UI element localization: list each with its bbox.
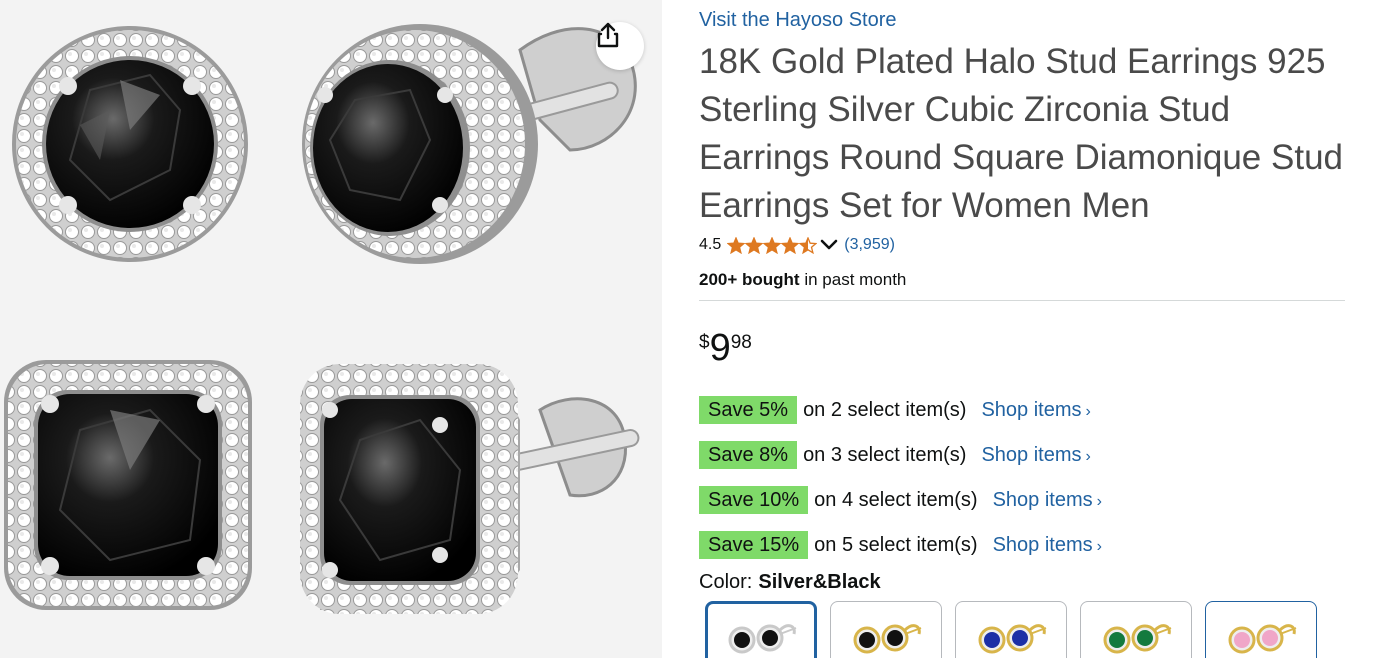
star-icon	[745, 236, 764, 254]
chevron-right-icon: ›	[1096, 537, 1102, 555]
chevron-right-icon: ›	[1096, 492, 1102, 510]
star-rating[interactable]	[727, 236, 818, 254]
divider	[699, 300, 1345, 301]
square-earring-front	[4, 360, 252, 610]
color-swatches	[705, 601, 1330, 658]
earrings-product-image	[4, 24, 640, 614]
star-icon	[763, 236, 782, 254]
color-value: Silver&Black	[758, 571, 881, 593]
price-symbol: $	[699, 332, 710, 353]
promotion-badge: Save 8%	[699, 441, 798, 469]
promotion-badge: Save 15%	[699, 531, 809, 559]
chevron-down-icon[interactable]	[820, 239, 838, 251]
earring-thumbnail	[853, 624, 922, 654]
promotion-row: Save 8% on 3 select item(s) Shop items ›	[699, 441, 1091, 469]
color-swatch[interactable]	[705, 601, 817, 658]
promotion-badge: Save 5%	[699, 396, 798, 424]
promotion-row: Save 5% on 2 select item(s) Shop items ›	[699, 396, 1091, 424]
bought-count: 200+ bought	[699, 270, 800, 289]
color-label: Color:	[699, 571, 753, 593]
store-link[interactable]: Visit the Hayoso Store	[699, 9, 897, 32]
shop-items-label: Shop items	[981, 398, 1082, 421]
product-title: 18K Gold Plated Halo Stud Earrings 925 S…	[699, 42, 1343, 225]
shop-items-link[interactable]: Shop items ›	[981, 444, 1090, 467]
shop-items-link[interactable]: Shop items ›	[981, 399, 1090, 422]
rating-value: 4.5	[699, 236, 722, 253]
price-whole: 9	[709, 327, 731, 369]
promotion-text: on 4 select item(s)	[814, 488, 978, 511]
shop-items-label: Shop items	[992, 533, 1093, 556]
color-selector-label: Color: Silver&Black	[699, 571, 881, 594]
price-fraction: 98	[730, 332, 752, 353]
rating-row: 4.5 (3,959)	[699, 236, 895, 254]
round-earring-front	[12, 26, 248, 262]
star-icon	[781, 236, 800, 254]
star-icon	[799, 236, 818, 254]
promotion-row: Save 15% on 5 select item(s) Shop items ›	[699, 531, 1102, 559]
chevron-right-icon: ›	[1085, 402, 1091, 420]
review-count-link[interactable]: (3,959)	[844, 236, 895, 254]
square-earring-side	[300, 364, 640, 614]
share-button[interactable]	[596, 22, 644, 70]
earring-thumbnail	[1103, 624, 1172, 654]
promotion-badge: Save 10%	[699, 486, 809, 514]
shop-items-link[interactable]: Shop items ›	[993, 534, 1102, 557]
color-swatch[interactable]	[830, 601, 942, 658]
bought-in-past-month: 200+ bought in past month	[699, 270, 906, 290]
color-swatch[interactable]	[1080, 601, 1192, 658]
star-icon	[727, 236, 746, 254]
promotion-text: on 5 select item(s)	[814, 533, 978, 556]
shop-items-label: Shop items	[981, 443, 1082, 466]
share-icon	[597, 22, 619, 48]
earring-thumbnail	[978, 624, 1047, 654]
shop-items-label: Shop items	[992, 488, 1093, 511]
color-swatch[interactable]	[1205, 601, 1317, 658]
earring-thumbnail	[728, 624, 797, 654]
round-earring-side	[302, 24, 637, 264]
bought-label: in past month	[799, 270, 907, 289]
shop-items-link[interactable]: Shop items ›	[993, 489, 1102, 512]
chevron-right-icon: ›	[1085, 447, 1091, 465]
earring-thumbnail	[1228, 624, 1297, 654]
promotion-row: Save 10% on 4 select item(s) Shop items ›	[699, 486, 1102, 514]
promotion-text: on 2 select item(s)	[803, 398, 967, 421]
product-image-gallery[interactable]	[0, 0, 662, 658]
price: $ 9 98	[699, 326, 752, 370]
color-swatch[interactable]	[955, 601, 1067, 658]
promotion-text: on 3 select item(s)	[803, 443, 967, 466]
